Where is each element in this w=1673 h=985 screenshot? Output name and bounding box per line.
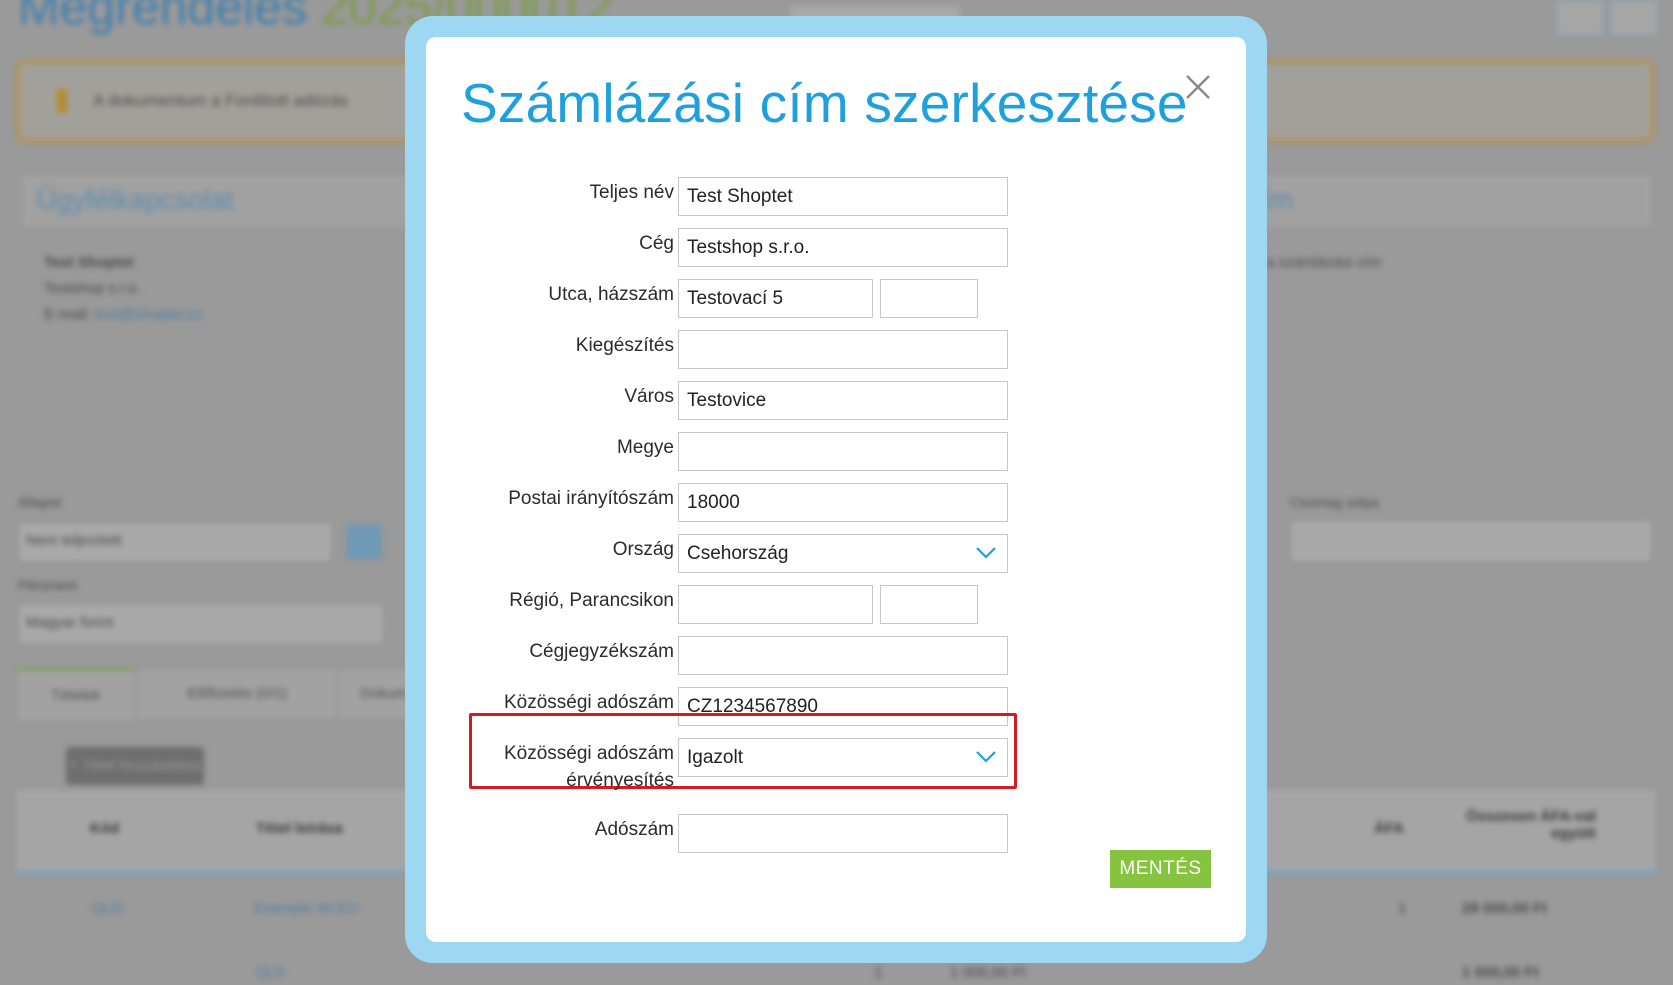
prev-arrow-icon	[1556, 0, 1604, 36]
region-input[interactable]	[678, 585, 873, 624]
company-label: Cég	[639, 233, 674, 254]
right-panel-text: a számlázási cím	[1266, 254, 1382, 271]
close-button[interactable]	[1182, 71, 1214, 103]
street-input[interactable]	[678, 279, 873, 318]
eu-vat-validation-value: Igazolt	[687, 747, 743, 768]
country-label: Ország	[612, 539, 674, 560]
county-label: Megye	[616, 437, 674, 458]
col-total: Összesen ÁFA-val együtt	[1465, 808, 1596, 842]
zip-label: Postai irányítószám	[508, 488, 674, 509]
billing-address-dialog: Számlázási cím szerkesztése Teljes név C…	[426, 37, 1246, 942]
eu-vat-validation-label: Közösségi adószám érvényesítés	[503, 743, 674, 791]
status-label: Állapot	[18, 494, 61, 510]
currency-value: Magyar forint	[26, 614, 114, 631]
city-input[interactable]	[678, 381, 1008, 420]
save-button[interactable]: MENTÉS	[1110, 850, 1211, 888]
row2-total: 1 000,00 Ft	[1462, 964, 1539, 981]
street-label: Utca, házszám	[548, 284, 674, 305]
row1-description: Example 40 EU	[254, 900, 359, 917]
company-reg-label: Cégjegyzékszám	[529, 641, 674, 662]
country-value: Csehország	[687, 543, 789, 564]
row2-quantity: 1	[874, 964, 883, 981]
eu-vat-label: Közösségi adószám	[503, 692, 674, 713]
eu-vat-validation-select[interactable]: Igazolt	[678, 738, 1008, 777]
warning-icon	[57, 89, 67, 113]
tax-number-input[interactable]	[678, 814, 1008, 853]
customer-email: E-mail: test@shoptet.cz	[44, 306, 203, 323]
col-code: Kód	[90, 820, 120, 837]
region-code-input[interactable]	[880, 585, 978, 624]
col-description: Tétel leírása	[256, 820, 343, 837]
next-arrow-icon	[1610, 0, 1658, 36]
country-select[interactable]: Csehország	[678, 534, 1008, 573]
add-item-button: + Tétel hozzáadása	[66, 747, 204, 785]
customer-panel-title: Ügyfélkapcsolat	[36, 184, 234, 215]
customer-name: Test Shoptet	[44, 254, 134, 271]
modal-overlay-frame: Számlázási cím szerkesztése Teljes név C…	[405, 16, 1267, 963]
city-label: Város	[624, 386, 674, 407]
supplement-label: Kiegészítés	[575, 335, 674, 356]
region-label: Régió, Parancsikon	[509, 590, 674, 611]
company-input[interactable]	[678, 228, 1008, 267]
row1-quantity: 1	[1398, 900, 1407, 917]
customer-company: Testshop s.r.o.	[44, 280, 141, 297]
right-field-input	[1290, 520, 1652, 562]
col-vat: ÁFA	[1374, 820, 1404, 837]
company-reg-input[interactable]	[678, 636, 1008, 675]
row1-total: 28 000,00 Ft	[1462, 900, 1548, 917]
tab-items: Tételek	[16, 668, 136, 722]
full-name-label: Teljes név	[589, 182, 675, 203]
tax-number-label: Adószám	[594, 819, 674, 840]
row1-code: QLD	[92, 900, 123, 917]
currency-label: Pénznem	[18, 577, 78, 593]
zip-input[interactable]	[678, 483, 1008, 522]
close-icon	[1186, 75, 1210, 99]
status-action-icon	[346, 524, 382, 560]
right-field-label: Csomag súlya	[1290, 494, 1379, 510]
tab-subscription: Előfizetés (0/1)	[136, 668, 338, 720]
row2-price: 1 000,00 Ft	[950, 964, 1026, 981]
dialog-title: Számlázási cím szerkesztése	[461, 72, 1188, 134]
chevron-down-icon	[976, 547, 996, 559]
county-input[interactable]	[678, 432, 1008, 471]
row2-code: QL5	[256, 964, 285, 981]
supplement-input[interactable]	[678, 330, 1008, 369]
status-value: Nem teljesített	[26, 532, 122, 549]
warning-text: A dokumentum a Fordított adózás	[93, 91, 349, 110]
house-number-input[interactable]	[880, 279, 978, 318]
full-name-input[interactable]	[678, 177, 1008, 216]
chevron-down-icon	[976, 751, 996, 763]
